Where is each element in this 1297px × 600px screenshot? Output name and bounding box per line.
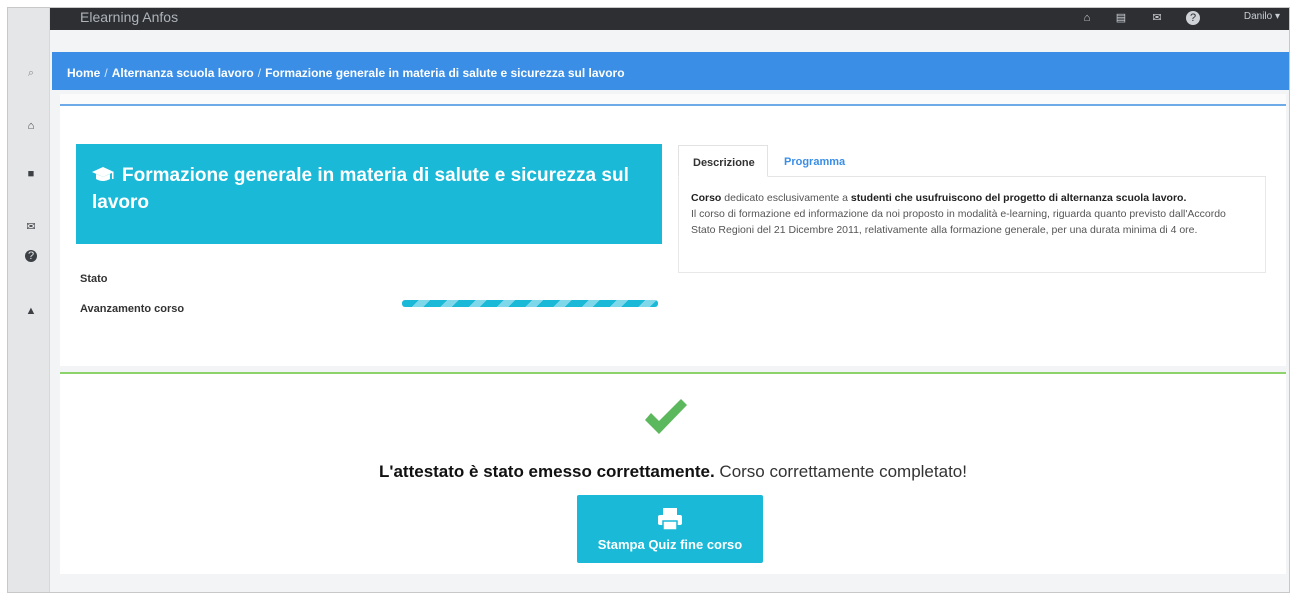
tab-descrizione[interactable]: Descrizione — [678, 145, 768, 177]
breadcrumb-separator: / — [104, 66, 108, 80]
completion-panel: L'attestato è stato emesso correttamente… — [60, 372, 1286, 574]
course-title: Formazione generale in materia di salute… — [92, 165, 629, 213]
user-menu[interactable]: Danilo ▾ — [1244, 11, 1280, 22]
tab-programma[interactable]: Programma — [770, 145, 859, 177]
app-title[interactable]: Elearning Anfos — [80, 8, 178, 26]
mail-icon[interactable]: ✉ — [24, 220, 38, 234]
course-description: Corso dedicato esclusivamente a studenti… — [678, 177, 1266, 273]
help-icon[interactable]: ? — [25, 250, 37, 262]
breadcrumb: Home / Alternanza scuola lavoro / Formazione… — [52, 52, 1289, 90]
check-icon — [645, 399, 687, 434]
panel-spacer — [60, 94, 1286, 104]
description-target: studenti che usufruiscono del progetto d… — [850, 192, 1187, 204]
print-quiz-button-label: Stampa Quiz fine corso — [597, 537, 743, 552]
inbox-icon[interactable]: ▤ — [1114, 11, 1128, 25]
course-panel: Formazione generale in materia di salute… — [60, 94, 1286, 366]
course-progress-bar — [402, 300, 658, 307]
completion-message-text: Corso correttamente completato! — [714, 462, 967, 481]
breadcrumb-separator: / — [257, 66, 262, 80]
inbox-icon[interactable]: ■ — [24, 167, 38, 181]
top-navbar: ☰ Elearning Anfos ⌂ ▤ ✉ ? Danilo ▾ — [12, 8, 1289, 30]
search-icon[interactable]: ⌕ — [24, 66, 38, 80]
help-icon[interactable]: ? — [1186, 11, 1200, 25]
home-icon[interactable]: ⌂ — [24, 119, 38, 133]
app-window: ☰ Elearning Anfos ⌂ ▤ ✉ ? Danilo ▾ ⌕ ⌂ ■… — [7, 7, 1290, 593]
course-header: Formazione generale in materia di salute… — [76, 144, 662, 244]
print-quiz-button[interactable]: Stampa Quiz fine corso — [577, 495, 763, 563]
breadcrumb-category[interactable]: Alternanza scuola lavoro — [112, 66, 254, 80]
home-icon[interactable]: ⌂ — [1080, 11, 1094, 25]
progress-label: Avanzamento corso — [80, 303, 185, 315]
description-intro: dedicato esclusivamente a — [721, 192, 851, 204]
description-body: Il corso di formazione ed informazione d… — [691, 208, 1226, 236]
completion-message-bold: L'attestato è stato emesso correttamente… — [379, 462, 715, 481]
course-tabs: Descrizione Programma — [678, 145, 1266, 177]
print-icon — [658, 508, 682, 531]
mail-icon[interactable]: ✉ — [1150, 11, 1164, 25]
completion-message: L'attestato è stato emesso correttamente… — [60, 462, 1286, 482]
breadcrumb-current: Formazione generale in materia di salute… — [265, 66, 625, 80]
breadcrumb-home[interactable]: Home — [67, 66, 100, 80]
sidebar: ⌕ ⌂ ■ ✉ ? ▲ — [8, 8, 50, 592]
description-lead: Corso — [691, 192, 722, 204]
status-label: Stato — [80, 273, 108, 285]
user-icon[interactable]: ▲ — [24, 304, 38, 318]
